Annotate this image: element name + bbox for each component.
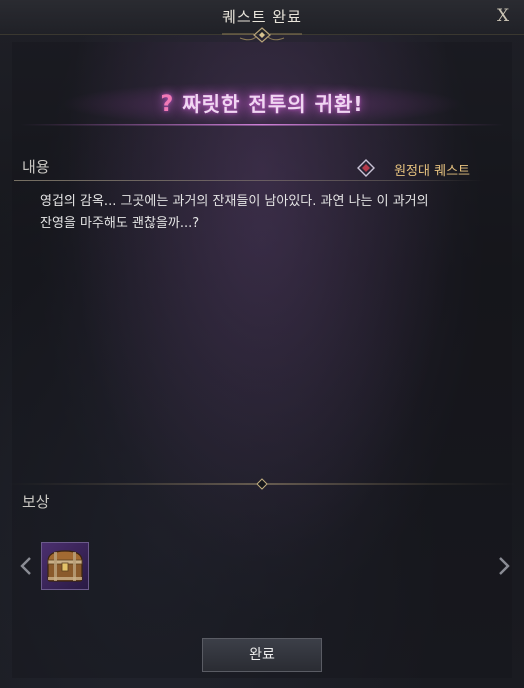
quest-complete-window: 퀘스트 완료 X ? 짜릿한 전투의 귀환! 내용 원정대 퀘스트 영겁의 감옥… (0, 0, 524, 688)
content-divider (14, 180, 484, 181)
complete-button[interactable]: 완료 (202, 638, 322, 672)
content-label: 내용 (22, 158, 50, 176)
chevron-left-icon[interactable] (18, 556, 34, 576)
expedition-quest-icon (357, 159, 375, 177)
reward-label: 보상 (22, 493, 50, 511)
chevron-right-icon[interactable] (496, 556, 512, 576)
close-icon[interactable]: X (492, 5, 514, 27)
quest-title: ? 짜릿한 전투의 귀환! (0, 88, 524, 117)
quest-title-text: 짜릿한 전투의 귀환! (182, 92, 364, 116)
quest-description: 영겁의 감옥... 그곳에는 과거의 잔재들이 남아있다. 과연 나는 이 과거… (40, 191, 490, 235)
reward-divider (8, 478, 516, 490)
window-title: 퀘스트 완료 (222, 8, 302, 26)
quest-type-label: 원정대 퀘스트 (394, 164, 470, 179)
reward-item-slot[interactable] (41, 542, 89, 590)
title-ornament-icon (222, 27, 302, 43)
treasure-chest-icon (47, 550, 83, 582)
description-line: 잔영을 마주해도 괜찮을까...? (40, 216, 200, 231)
description-line: 영겁의 감옥... 그곳에는 과거의 잔재들이 남아있다. 과연 나는 이 과거… (40, 194, 429, 209)
question-mark-icon: ? (160, 92, 175, 117)
